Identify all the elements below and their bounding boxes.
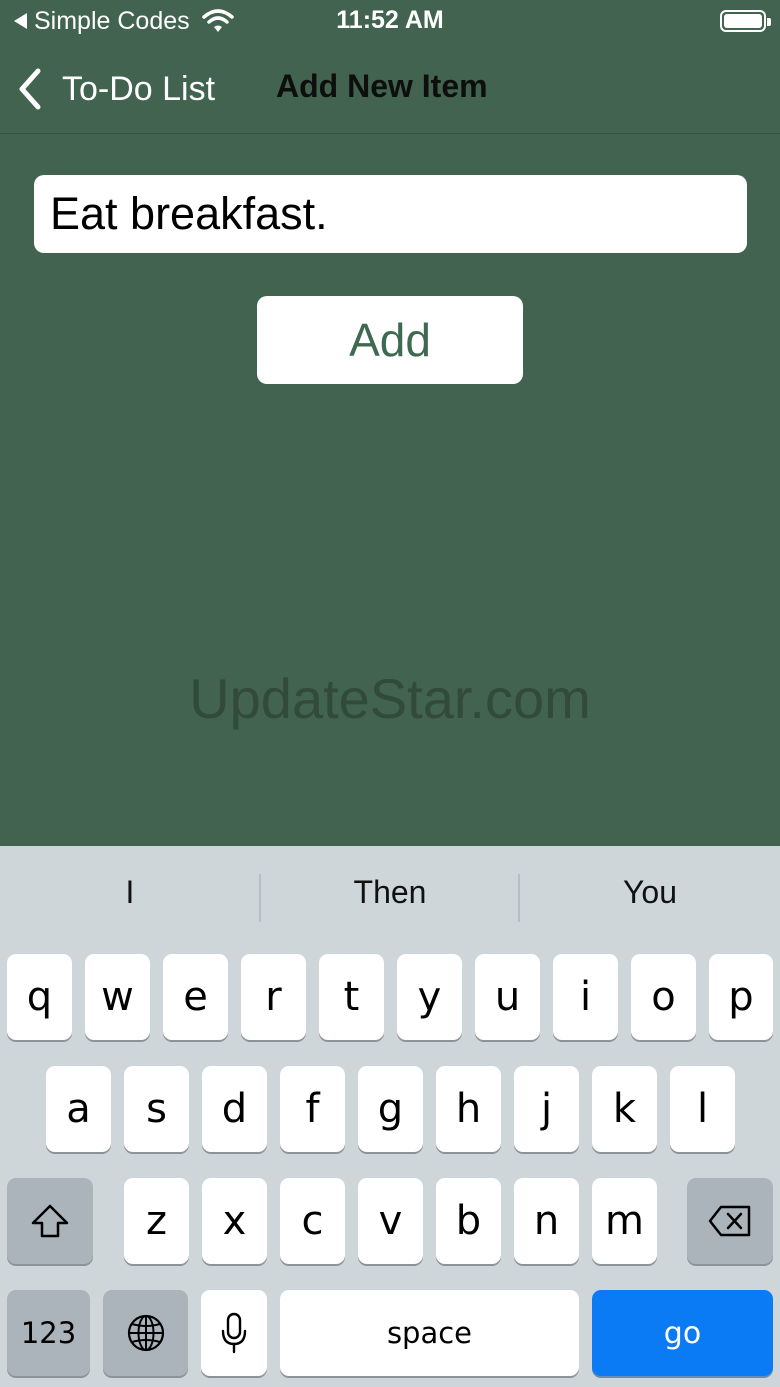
watermark: UpdateStar.com [189, 667, 591, 730]
backspace-icon [708, 1205, 751, 1237]
key-w[interactable]: w [85, 954, 150, 1040]
suggestion-item[interactable]: You [520, 874, 780, 911]
navigation-bar: To-Do List Add New Item [0, 44, 780, 134]
key-p[interactable]: p [709, 954, 773, 1040]
key-b[interactable]: b [436, 1178, 501, 1264]
key-g[interactable]: g [358, 1066, 423, 1152]
key-o[interactable]: o [631, 954, 696, 1040]
key-r[interactable]: r [241, 954, 306, 1040]
globe-icon [127, 1314, 164, 1352]
key-j[interactable]: j [514, 1066, 579, 1152]
status-bar: Simple Codes 11:52 AM [0, 0, 780, 44]
key-t[interactable]: t [319, 954, 384, 1040]
keyboard: I Then You q w e r t y u i o p a s d f g… [0, 846, 780, 1387]
key-y[interactable]: y [397, 954, 462, 1040]
key-d[interactable]: d [202, 1066, 267, 1152]
battery-icon [720, 10, 771, 32]
suggestion-item[interactable]: Then [260, 874, 520, 911]
new-item-input[interactable] [34, 175, 747, 253]
key-s[interactable]: s [124, 1066, 189, 1152]
key-e[interactable]: e [163, 954, 228, 1040]
nav-back-label: To-Do List [62, 69, 216, 108]
key-h[interactable]: h [436, 1066, 501, 1152]
nav-back-button[interactable]: To-Do List [14, 64, 215, 114]
shift-arrow-icon [31, 1204, 69, 1238]
add-button[interactable]: Add [257, 296, 523, 384]
key-n[interactable]: n [514, 1178, 579, 1264]
key-c[interactable]: c [280, 1178, 345, 1264]
key-i[interactable]: i [553, 954, 618, 1040]
chevron-left-icon [19, 68, 41, 110]
suggestion-item[interactable]: I [0, 874, 260, 911]
key-l[interactable]: l [670, 1066, 735, 1152]
key-u[interactable]: u [475, 954, 540, 1040]
numbers-key[interactable]: 123 [7, 1290, 90, 1376]
microphone-icon [221, 1312, 247, 1354]
key-f[interactable]: f [280, 1066, 345, 1152]
delete-key[interactable] [687, 1178, 773, 1264]
globe-key[interactable] [103, 1290, 188, 1376]
status-time: 11:52 AM [336, 6, 444, 34]
space-key[interactable]: space [280, 1290, 579, 1376]
key-a[interactable]: a [46, 1066, 111, 1152]
key-q[interactable]: q [7, 954, 72, 1040]
key-k[interactable]: k [592, 1066, 657, 1152]
dictation-key[interactable] [201, 1290, 267, 1376]
key-m[interactable]: m [592, 1178, 657, 1264]
shift-key[interactable] [7, 1178, 93, 1264]
screen: Simple Codes 11:52 AM To-Do List Add New… [0, 0, 780, 1387]
key-z[interactable]: z [124, 1178, 189, 1264]
go-key[interactable]: go [592, 1290, 773, 1376]
page-title: Add New Item [276, 68, 488, 104]
suggestion-bar: I Then You [0, 846, 780, 950]
key-x[interactable]: x [202, 1178, 267, 1264]
key-v[interactable]: v [358, 1178, 423, 1264]
